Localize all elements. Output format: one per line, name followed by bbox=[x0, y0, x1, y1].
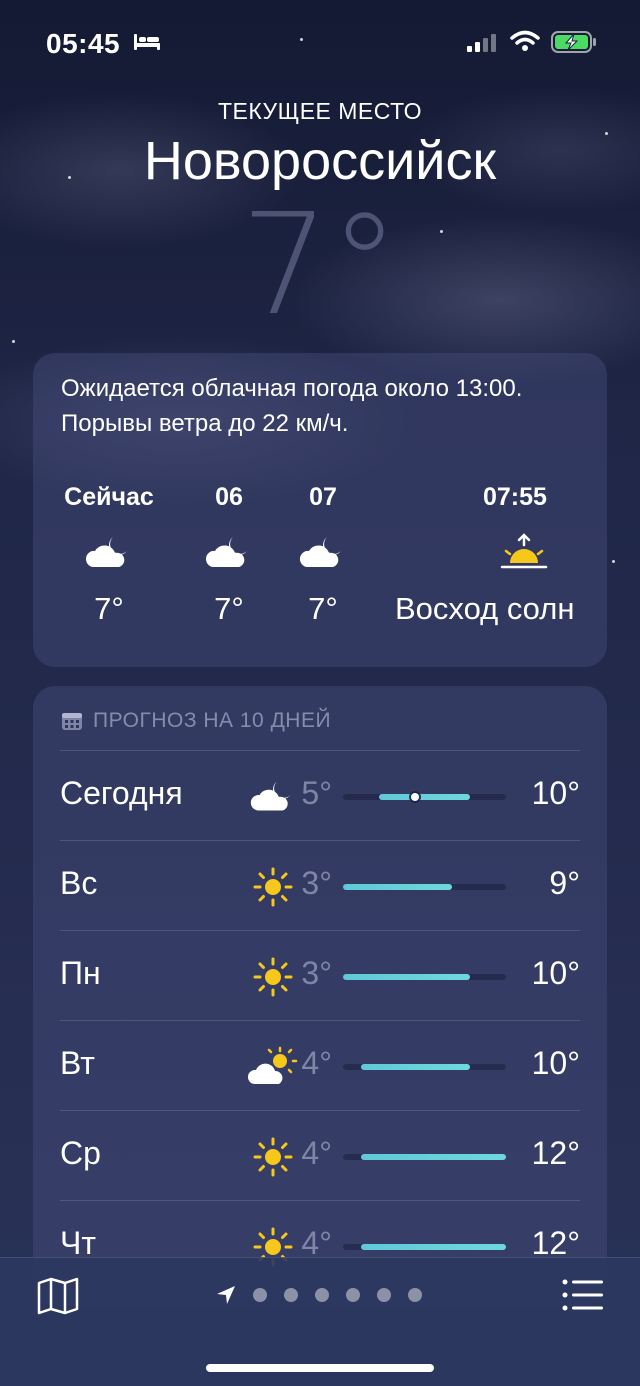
hourly-forecast-card[interactable]: Ожидается облачная погода около 13:00. П… bbox=[33, 353, 607, 667]
star bbox=[612, 560, 615, 563]
page-indicator[interactable] bbox=[216, 1284, 439, 1306]
temperature-range-fill bbox=[379, 794, 470, 800]
low-temp: 4° bbox=[301, 1045, 332, 1081]
day-name: Ср bbox=[60, 1135, 101, 1171]
temperature-range-fill bbox=[361, 1154, 506, 1160]
sunrise-time: 07:55 bbox=[483, 483, 547, 511]
star bbox=[12, 340, 15, 343]
current-temperature: 7° bbox=[240, 184, 400, 347]
low-temp: 3° bbox=[301, 955, 332, 991]
temperature-range-fill bbox=[361, 1064, 470, 1070]
location-label: ТЕКУЩЕЕ МЕСТО bbox=[217, 98, 423, 124]
day-name: Сегодня bbox=[60, 775, 183, 811]
city-name: Новороссийск bbox=[143, 131, 497, 191]
day-name: Вт bbox=[60, 1045, 95, 1081]
high-temp: 10° bbox=[531, 775, 580, 811]
daily-row[interactable]: Ср 4° 12° bbox=[60, 1110, 580, 1200]
daily-title: ПРОГНОЗ НА 10 ДНЕЙ bbox=[93, 709, 332, 732]
temperature-range-bar bbox=[343, 1064, 506, 1070]
high-temp: 10° bbox=[531, 1045, 580, 1081]
day-name: Вс bbox=[60, 865, 98, 901]
temperature-range-fill bbox=[361, 1244, 506, 1250]
cellular-signal-icon bbox=[467, 34, 496, 52]
hourly-item: 07 7° bbox=[263, 483, 383, 627]
hour-temp: 7° bbox=[94, 591, 124, 626]
temperature-range-fill bbox=[343, 884, 452, 890]
hour-label: 07 bbox=[309, 483, 337, 511]
hour-label: Сейчас bbox=[64, 483, 154, 511]
sun-icon bbox=[248, 866, 298, 908]
page-dot[interactable] bbox=[315, 1288, 329, 1302]
high-temp: 10° bbox=[531, 955, 580, 991]
location-arrow-icon bbox=[217, 1286, 235, 1304]
partly-cloudy-night-icon bbox=[297, 533, 349, 573]
calendar-icon bbox=[62, 713, 82, 730]
partly-cloudy-night-icon bbox=[248, 776, 298, 818]
bed-icon bbox=[134, 34, 160, 50]
page-dot[interactable] bbox=[408, 1288, 422, 1302]
sunrise-icon bbox=[500, 533, 548, 569]
low-temp: 4° bbox=[301, 1135, 332, 1171]
ten-day-forecast-card[interactable]: ПРОГНОЗ НА 10 ДНЕЙ Сегодня 5° 10° Вс 3° 9° Пн 3… bbox=[33, 686, 607, 1306]
hourly-item-sunrise: 07:55 Восход солн bbox=[393, 483, 607, 627]
weather-summary: Ожидается облачная погода около 13:00. П… bbox=[61, 375, 523, 437]
partly-cloudy-night-icon bbox=[203, 533, 255, 573]
sun-icon bbox=[248, 956, 298, 998]
low-temp: 5° bbox=[301, 775, 332, 811]
partly-sunny-icon bbox=[248, 1046, 298, 1088]
sunrise-label: Восход солн bbox=[395, 591, 575, 626]
temperature-range-bar bbox=[343, 974, 506, 980]
sun-icon bbox=[248, 1136, 298, 1178]
low-temp: 3° bbox=[301, 865, 332, 901]
home-indicator bbox=[206, 1364, 434, 1372]
list-icon[interactable] bbox=[562, 1279, 604, 1311]
day-name: Пн bbox=[60, 955, 101, 991]
page-dot[interactable] bbox=[253, 1288, 267, 1302]
hourly-item: Сейчас 7° bbox=[49, 483, 169, 627]
wifi-icon bbox=[510, 30, 540, 51]
temperature-range-bar bbox=[343, 793, 506, 801]
daily-row[interactable]: Сегодня 5° 10° bbox=[60, 750, 580, 840]
daily-row[interactable]: Вс 3° 9° bbox=[60, 840, 580, 930]
partly-cloudy-night-icon bbox=[83, 533, 135, 573]
page-dot[interactable] bbox=[377, 1288, 391, 1302]
temperature-range-fill bbox=[343, 974, 470, 980]
daily-row[interactable]: Пн 3° 10° bbox=[60, 930, 580, 1020]
daily-row[interactable]: Вт 4° 10° bbox=[60, 1020, 580, 1110]
battery-charging-icon bbox=[551, 31, 596, 53]
bottom-toolbar bbox=[0, 1257, 640, 1386]
page-dot[interactable] bbox=[284, 1288, 298, 1302]
temperature-range-bar bbox=[343, 884, 506, 890]
temperature-range-bar bbox=[343, 1244, 506, 1250]
daily-header: ПРОГНОЗ НА 10 ДНЕЙ bbox=[61, 706, 331, 736]
status-time: 05:45 bbox=[46, 28, 121, 59]
hour-temp: 7° bbox=[308, 591, 338, 626]
high-temp: 12° bbox=[531, 1135, 580, 1171]
map-icon[interactable] bbox=[37, 1277, 79, 1315]
temperature-range-bar bbox=[343, 1154, 506, 1160]
high-temp: 9° bbox=[549, 865, 580, 901]
page-dot[interactable] bbox=[346, 1288, 360, 1302]
status-bar: 05:45 bbox=[0, 0, 640, 90]
